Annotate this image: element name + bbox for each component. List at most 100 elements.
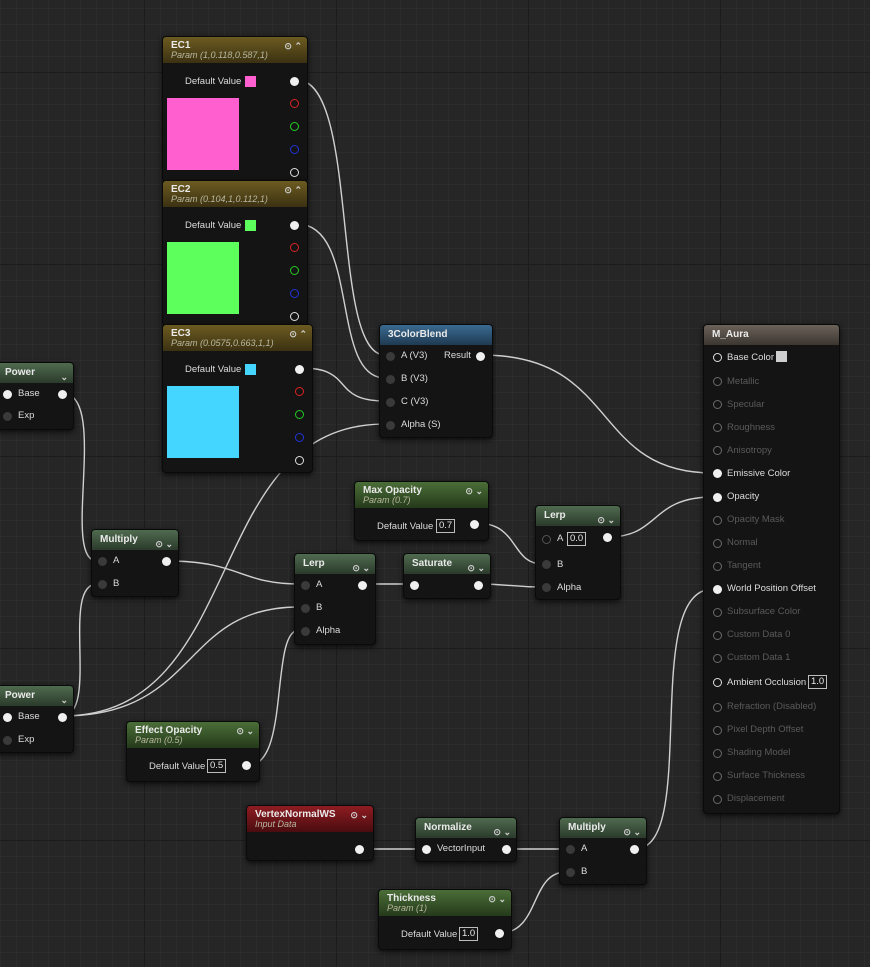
input-pin[interactable] <box>410 581 419 590</box>
output-pin[interactable] <box>58 390 67 399</box>
rgba-output-pin[interactable] <box>290 77 299 86</box>
specular-pin[interactable] <box>713 400 722 409</box>
exp-input-pin[interactable] <box>3 736 12 745</box>
collapse-icon[interactable]: ⊙ ⌄ <box>350 810 368 821</box>
base-color-swatch[interactable] <box>776 351 787 362</box>
exp-input-pin[interactable] <box>3 412 12 421</box>
b-input-pin[interactable] <box>566 868 575 877</box>
output-pin[interactable] <box>242 761 251 770</box>
a-input-pin[interactable] <box>386 352 395 361</box>
ec3-param-node[interactable]: EC3 Param (0.0575,0.663,1,1) ⊙ ⌃ Default V… <box>162 324 313 473</box>
ec1-param-node[interactable]: EC1 Param (1,0.118,0.587,1) ⊙ ⌃ Default Va… <box>162 36 308 182</box>
opacity-mask-pin[interactable] <box>713 516 722 525</box>
a-input-pin[interactable] <box>98 557 107 566</box>
b-input-pin[interactable] <box>301 604 310 613</box>
rgba-output-pin[interactable] <box>290 221 299 230</box>
saturate-node[interactable]: Saturate ⊙ ⌄ <box>403 553 491 599</box>
ambient-occlusion-value[interactable]: 1.0 <box>808 675 828 689</box>
collapse-icon[interactable]: ⌄ <box>60 690 68 710</box>
g-output-pin[interactable] <box>295 410 304 419</box>
normalize-node[interactable]: Normalize ⊙ ⌄ VectorInput <box>415 817 517 862</box>
multiply-node[interactable]: Multiply ⊙ ⌄ A B <box>91 529 179 597</box>
collapse-icon[interactable]: ⊙ ⌄ <box>467 558 485 578</box>
alpha-input-pin[interactable] <box>542 583 551 592</box>
rgba-output-pin[interactable] <box>295 365 304 374</box>
b-input-pin[interactable] <box>98 580 107 589</box>
collapse-icon[interactable]: ⊙ ⌄ <box>623 822 641 842</box>
output-pin[interactable] <box>162 557 171 566</box>
max-opacity-param-node[interactable]: Max Opacity Param (0.7) ⊙ ⌄ Default Value … <box>354 481 489 541</box>
subsurface-color-pin[interactable] <box>713 608 722 617</box>
r-output-pin[interactable] <box>290 99 299 108</box>
effect-opacity-param-node[interactable]: Effect Opacity Param (0.5) ⊙ ⌄ Default Val… <box>126 721 260 782</box>
collapse-icon[interactable]: ⊙ ⌄ <box>352 558 370 578</box>
collapse-icon[interactable]: ⊙ ⌃ <box>284 185 302 196</box>
opacity-pin[interactable] <box>713 493 722 502</box>
power-node[interactable]: Power ⌄ Base Exp <box>0 685 74 753</box>
custom-data-1-pin[interactable] <box>713 654 722 663</box>
default-color-swatch[interactable] <box>245 220 256 231</box>
output-pin[interactable] <box>502 845 511 854</box>
collapse-icon[interactable]: ⊙ ⌄ <box>155 534 173 554</box>
r-output-pin[interactable] <box>295 387 304 396</box>
b-output-pin[interactable] <box>290 289 299 298</box>
collapse-icon[interactable]: ⊙ ⌃ <box>289 329 307 340</box>
output-pin[interactable] <box>495 929 504 938</box>
roughness-pin[interactable] <box>713 423 722 432</box>
output-pin[interactable] <box>58 713 67 722</box>
collapse-icon[interactable]: ⊙ ⌄ <box>493 822 511 842</box>
multiply-node[interactable]: Multiply ⊙ ⌄ A B <box>559 817 647 885</box>
default-value-field[interactable]: 0.5 <box>207 759 227 773</box>
vertex-normal-ws-node[interactable]: VertexNormalWS Input Data ⊙ ⌄ <box>246 805 374 861</box>
base-input-pin[interactable] <box>3 390 12 399</box>
g-output-pin[interactable] <box>290 266 299 275</box>
collapse-icon[interactable]: ⊙ ⌄ <box>488 894 506 905</box>
a-input-pin[interactable] <box>301 581 310 590</box>
lerp-node[interactable]: Lerp ⊙ ⌄ A 0.0 B Alpha <box>535 505 621 600</box>
surface-thickness-pin[interactable] <box>713 772 722 781</box>
world-position-offset-pin[interactable] <box>713 585 722 594</box>
custom-data-0-pin[interactable] <box>713 631 722 640</box>
r-output-pin[interactable] <box>290 243 299 252</box>
ambient-occlusion-pin[interactable] <box>713 678 722 687</box>
default-value-field[interactable]: 0.7 <box>436 519 456 533</box>
shading-model-pin[interactable] <box>713 749 722 758</box>
normal-pin[interactable] <box>713 539 722 548</box>
displacement-pin[interactable] <box>713 795 722 804</box>
a-input-pin[interactable] <box>542 535 551 544</box>
collapse-icon[interactable]: ⊙ ⌃ <box>284 41 302 52</box>
a-value-field[interactable]: 0.0 <box>567 532 587 546</box>
b-input-pin[interactable] <box>542 560 551 569</box>
c-input-pin[interactable] <box>386 398 395 407</box>
base-input-pin[interactable] <box>3 713 12 722</box>
collapse-icon[interactable]: ⌄ <box>60 367 68 387</box>
collapse-icon[interactable]: ⊙ ⌄ <box>597 510 615 530</box>
output-pin[interactable] <box>355 845 364 854</box>
a-output-pin[interactable] <box>295 456 304 465</box>
three-color-blend-node[interactable]: 3ColorBlend A (V3) Result B (V3) C (V3) … <box>379 324 493 438</box>
b-output-pin[interactable] <box>290 145 299 154</box>
lerp-node[interactable]: Lerp ⊙ ⌄ A B Alpha <box>294 553 376 645</box>
collapse-icon[interactable]: ⊙ ⌄ <box>465 486 483 497</box>
alpha-input-pin[interactable] <box>301 627 310 636</box>
emissive-color-pin[interactable] <box>713 469 722 478</box>
result-output-pin[interactable] <box>476 352 485 361</box>
a-input-pin[interactable] <box>566 845 575 854</box>
anisotropy-pin[interactable] <box>713 446 722 455</box>
output-pin[interactable] <box>358 581 367 590</box>
default-color-swatch[interactable] <box>245 364 256 375</box>
output-pin[interactable] <box>630 845 639 854</box>
ec2-param-node[interactable]: EC2 Param (0.104,1,0.112,1) ⊙ ⌃ Default Va… <box>162 180 308 326</box>
vector-input-pin[interactable] <box>422 845 431 854</box>
collapse-icon[interactable]: ⊙ ⌄ <box>236 726 254 737</box>
output-pin[interactable] <box>470 520 479 529</box>
material-output-node[interactable]: M_Aura Base Color Metallic Specular Roug… <box>703 324 840 814</box>
thickness-param-node[interactable]: Thickness Param (1) ⊙ ⌄ Default Value 1.0 <box>378 889 512 950</box>
refraction-pin[interactable] <box>713 703 722 712</box>
a-output-pin[interactable] <box>290 312 299 321</box>
power-node[interactable]: Power ⌄ Base Exp <box>0 362 74 430</box>
pixel-depth-offset-pin[interactable] <box>713 726 722 735</box>
alpha-input-pin[interactable] <box>386 421 395 430</box>
a-output-pin[interactable] <box>290 168 299 177</box>
default-color-swatch[interactable] <box>245 76 256 87</box>
